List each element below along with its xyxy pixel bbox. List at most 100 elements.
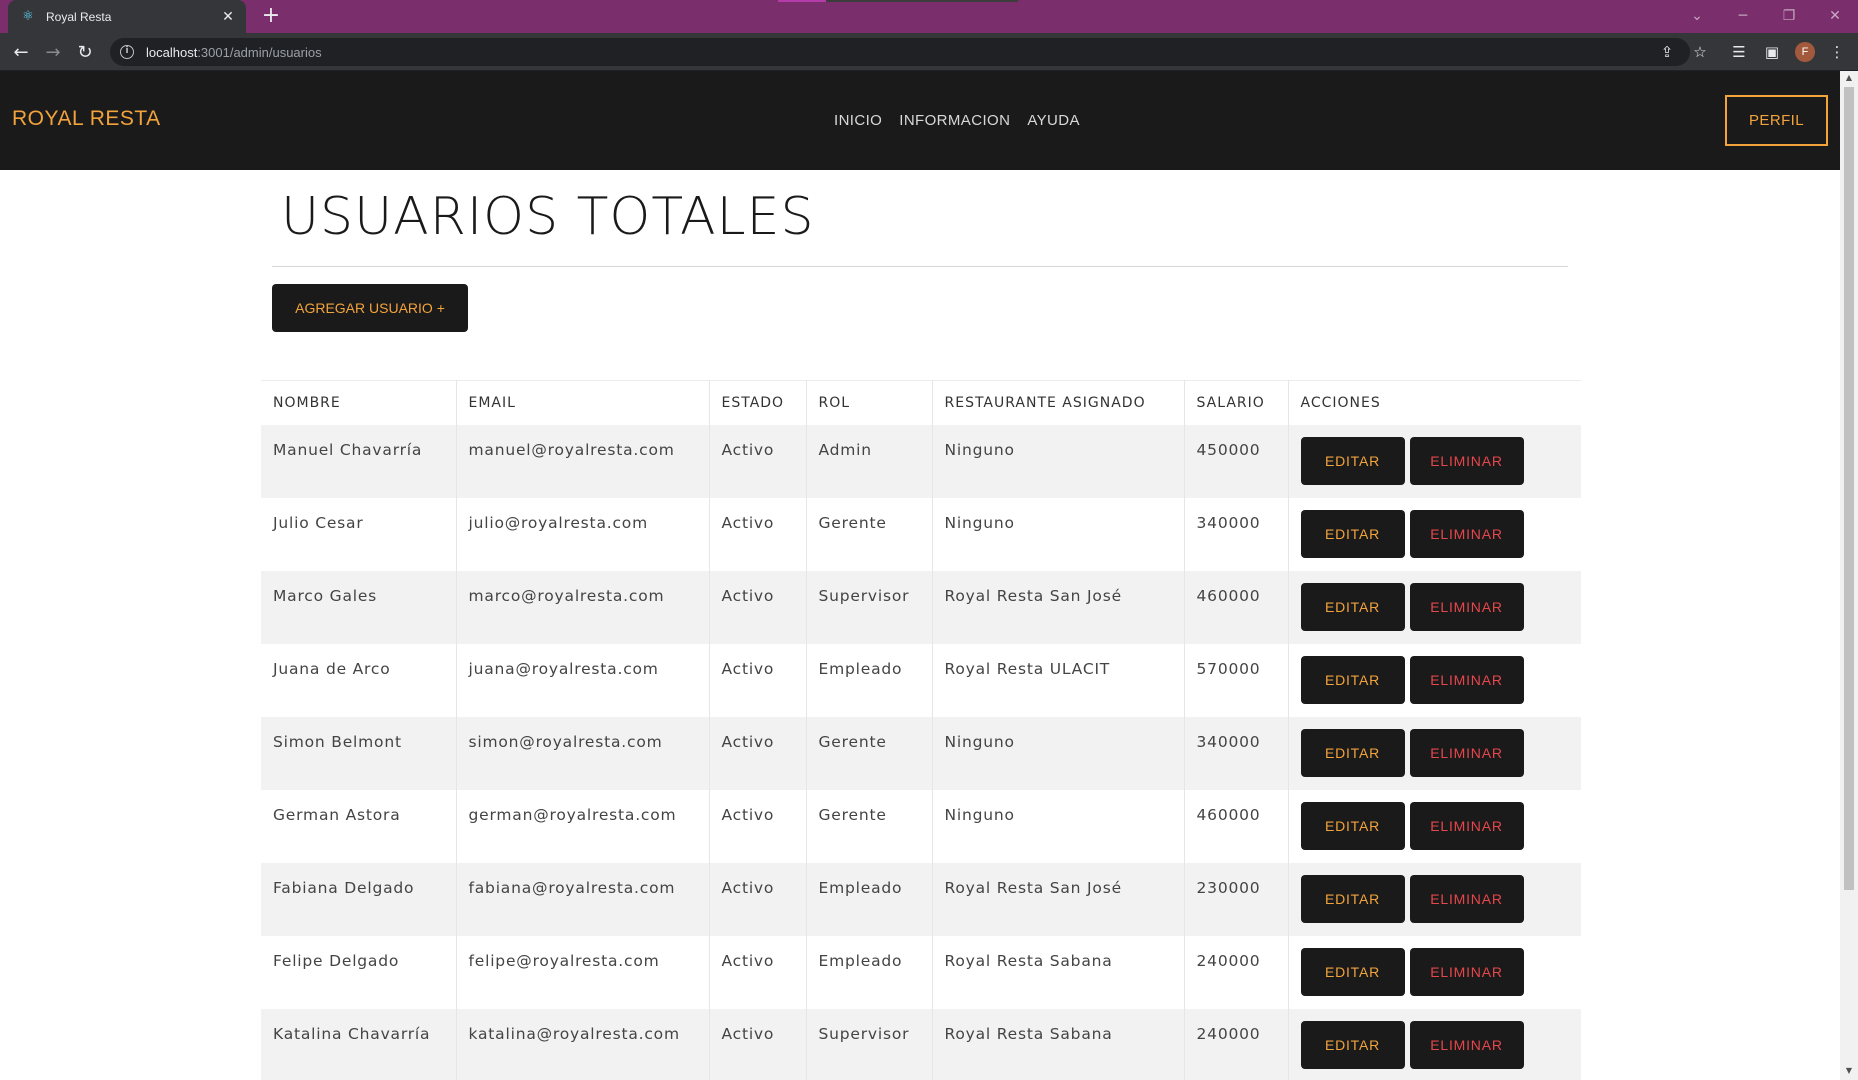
column-header-nombre: NOMBRE <box>261 380 457 425</box>
cell-acciones: EDITAR ELIMINAR <box>1288 862 1581 936</box>
browser-toolbar: ← → ↻ i localhost:3001/admin/usuarios ⇪ … <box>0 33 1858 71</box>
cell-acciones: EDITAR ELIMINAR <box>1288 497 1581 571</box>
restore-icon[interactable]: ❐ <box>1774 4 1804 28</box>
nav-link-ayuda[interactable]: AYUDA <box>1027 112 1080 129</box>
cell-rol: Empleado <box>806 862 933 936</box>
delete-user-button[interactable]: ELIMINAR <box>1409 801 1524 850</box>
delete-user-button[interactable]: ELIMINAR <box>1409 1020 1524 1069</box>
browser-tab[interactable]: ⚛ Royal Resta ✕ <box>8 0 246 33</box>
scroll-up-arrow-icon[interactable]: ▲ <box>1840 73 1858 85</box>
table-body: Manuel Chavarría manuel@royalresta.com Act… <box>261 424 1581 1080</box>
window-close-icon[interactable]: ✕ <box>1820 4 1850 28</box>
cell-salario: 570000 <box>1184 643 1289 717</box>
reload-icon[interactable]: ↻ <box>72 40 98 66</box>
edit-user-button[interactable]: EDITAR <box>1300 947 1405 996</box>
cell-restaurante: Ninguno <box>932 424 1185 498</box>
table-row: German Astora german@royalresta.com Activo… <box>261 789 1581 863</box>
column-header-restaurante: RESTAURANTE ASIGNADO <box>932 380 1185 425</box>
cell-salario: 340000 <box>1184 497 1289 571</box>
table-row: Julio Cesar julio@royalresta.com Activo Ger… <box>261 497 1581 571</box>
cell-estado: Activo <box>709 716 807 790</box>
column-header-email: EMAIL <box>456 380 710 425</box>
edit-user-button[interactable]: EDITAR <box>1300 582 1405 631</box>
cell-email: juana@royalresta.com <box>456 643 710 717</box>
nav-link-informacion[interactable]: INFORMACION <box>899 112 1010 129</box>
users-table: NOMBRE EMAIL ESTADO ROL RESTAURANTE ASIG… <box>261 380 1581 1080</box>
kebab-menu-icon[interactable]: ⋮ <box>1825 40 1849 64</box>
page-viewport: ROYAL RESTA INICIO INFORMACION AYUDA PER… <box>0 71 1840 1080</box>
nav-link-inicio[interactable]: INICIO <box>834 112 882 129</box>
profile-button[interactable]: PERFIL <box>1725 95 1828 146</box>
column-header-acciones: ACCIONES <box>1288 380 1581 425</box>
minimize-icon[interactable]: ─ <box>1728 4 1758 28</box>
cell-restaurante: Ninguno <box>932 716 1185 790</box>
forward-icon[interactable]: → <box>40 40 66 66</box>
share-icon[interactable]: ⇪ <box>1655 40 1679 64</box>
react-icon: ⚛ <box>22 8 34 24</box>
scroll-down-arrow-icon[interactable]: ▼ <box>1840 1066 1858 1078</box>
cell-rol: Gerente <box>806 497 933 571</box>
cell-acciones: EDITAR ELIMINAR <box>1288 716 1581 790</box>
close-icon[interactable]: ✕ <box>218 9 238 25</box>
brand-logo[interactable]: ROYAL RESTA <box>12 107 161 131</box>
cell-rol: Admin <box>806 424 933 498</box>
table-row: Marco Gales marco@royalresta.com Activo Sup… <box>261 570 1581 644</box>
cell-estado: Activo <box>709 643 807 717</box>
cell-restaurante: Royal Resta San José <box>932 570 1185 644</box>
cell-acciones: EDITAR ELIMINAR <box>1288 643 1581 717</box>
delete-user-button[interactable]: ELIMINAR <box>1409 436 1524 485</box>
profile-avatar[interactable]: F <box>1795 42 1815 62</box>
edit-user-button[interactable]: EDITAR <box>1300 728 1405 777</box>
page-scrollbar[interactable]: ▲ ▼ <box>1840 71 1858 1080</box>
cell-acciones: EDITAR ELIMINAR <box>1288 1008 1581 1080</box>
cell-salario: 450000 <box>1184 424 1289 498</box>
edit-user-button[interactable]: EDITAR <box>1300 436 1405 485</box>
cell-rol: Gerente <box>806 716 933 790</box>
delete-user-button[interactable]: ELIMINAR <box>1409 874 1524 923</box>
site-header: ROYAL RESTA INICIO INFORMACION AYUDA PER… <box>0 71 1840 170</box>
cell-rol: Empleado <box>806 935 933 1009</box>
add-user-button[interactable]: AGREGAR USUARIO + <box>272 284 468 332</box>
scroll-thumb[interactable] <box>1844 87 1854 890</box>
cell-nombre: Fabiana Delgado <box>261 862 457 936</box>
edit-user-button[interactable]: EDITAR <box>1300 509 1405 558</box>
cell-email: katalina@royalresta.com <box>456 1008 710 1080</box>
cell-rol: Gerente <box>806 789 933 863</box>
delete-user-button[interactable]: ELIMINAR <box>1409 509 1524 558</box>
cell-salario: 460000 <box>1184 789 1289 863</box>
column-header-estado: ESTADO <box>709 380 807 425</box>
back-icon[interactable]: ← <box>8 40 34 66</box>
address-bar[interactable]: i localhost:3001/admin/usuarios <box>110 38 1690 66</box>
column-header-salario: SALARIO <box>1184 380 1289 425</box>
cell-nombre: Felipe Delgado <box>261 935 457 1009</box>
table-row: Juana de Arco juana@royalresta.com Activo E… <box>261 643 1581 717</box>
cell-restaurante: Royal Resta Sabana <box>932 935 1185 1009</box>
new-tab-button[interactable]: + <box>258 4 284 30</box>
edit-user-button[interactable]: EDITAR <box>1300 801 1405 850</box>
table-row: Felipe Delgado felipe@royalresta.com Activ… <box>261 935 1581 1009</box>
cell-estado: Activo <box>709 497 807 571</box>
cell-restaurante: Royal Resta San José <box>932 862 1185 936</box>
delete-user-button[interactable]: ELIMINAR <box>1409 655 1524 704</box>
edit-user-button[interactable]: EDITAR <box>1300 655 1405 704</box>
main-nav: INICIO INFORMACION AYUDA <box>834 112 1080 129</box>
column-header-rol: ROL <box>806 380 933 425</box>
cell-acciones: EDITAR ELIMINAR <box>1288 935 1581 1009</box>
side-panel-icon[interactable]: ▣ <box>1760 40 1784 64</box>
delete-user-button[interactable]: ELIMINAR <box>1409 582 1524 631</box>
cell-rol: Empleado <box>806 643 933 717</box>
table-header-row: NOMBRE EMAIL ESTADO ROL RESTAURANTE ASIG… <box>261 380 1581 425</box>
tab-search-chevron-icon[interactable]: ⌄ <box>1682 4 1712 28</box>
cell-nombre: Manuel Chavarría <box>261 424 457 498</box>
url-text[interactable]: localhost:3001/admin/usuarios <box>146 45 322 60</box>
info-icon[interactable]: i <box>120 45 134 59</box>
reading-list-icon[interactable]: ☰ <box>1727 40 1751 64</box>
star-icon[interactable]: ☆ <box>1688 40 1712 64</box>
delete-user-button[interactable]: ELIMINAR <box>1409 728 1524 777</box>
cell-rol: Supervisor <box>806 1008 933 1080</box>
cell-salario: 230000 <box>1184 862 1289 936</box>
delete-user-button[interactable]: ELIMINAR <box>1409 947 1524 996</box>
edit-user-button[interactable]: EDITAR <box>1300 874 1405 923</box>
tab-title: Royal Resta <box>46 9 112 24</box>
edit-user-button[interactable]: EDITAR <box>1300 1020 1405 1069</box>
